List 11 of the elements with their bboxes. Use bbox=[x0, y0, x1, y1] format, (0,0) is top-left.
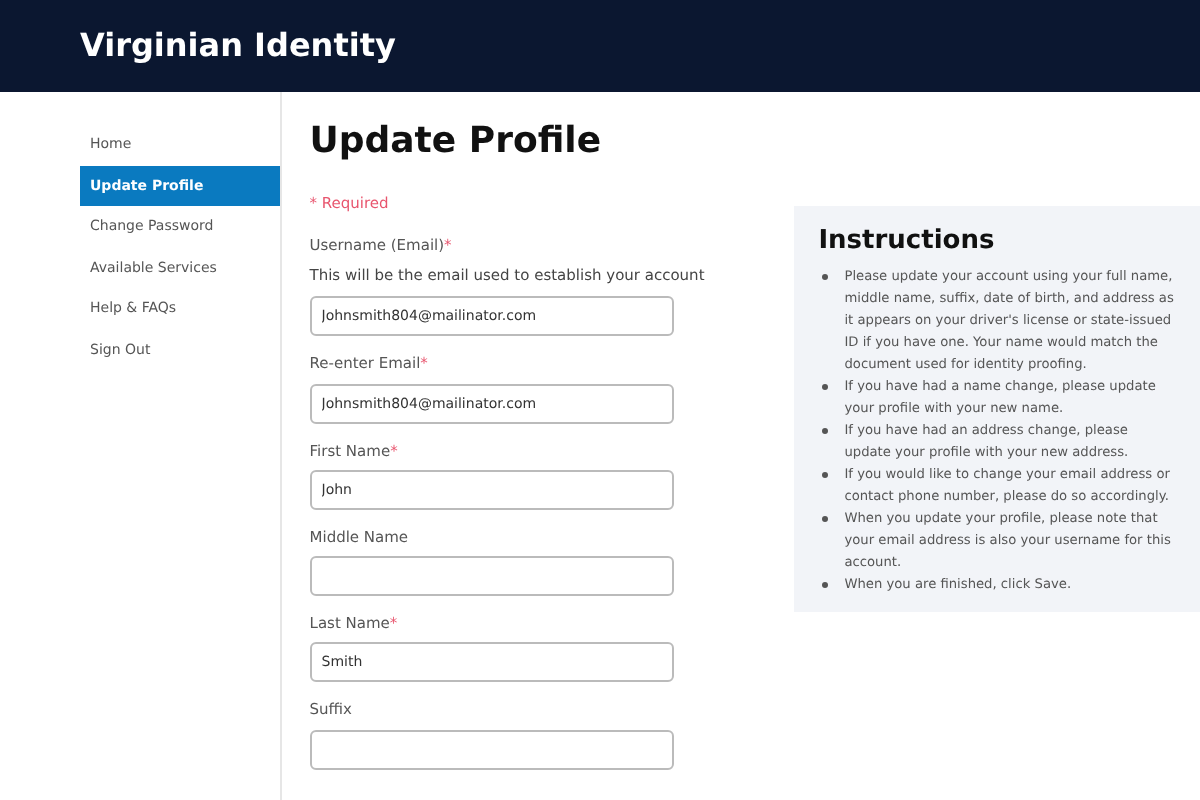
instructions-title: Instructions bbox=[818, 224, 997, 260]
input-field[interactable] bbox=[309, 729, 674, 770]
page-title: Update Profile bbox=[309, 120, 604, 164]
site-title: Virginian Identity bbox=[80, 26, 396, 66]
bullet-icon bbox=[822, 581, 829, 587]
bullet-icon bbox=[822, 273, 829, 279]
bullet-icon bbox=[822, 515, 829, 521]
bullet-icon bbox=[822, 383, 829, 389]
bullet-icon bbox=[822, 471, 829, 477]
input-field[interactable] bbox=[309, 556, 674, 597]
bullet-icon bbox=[822, 427, 829, 433]
